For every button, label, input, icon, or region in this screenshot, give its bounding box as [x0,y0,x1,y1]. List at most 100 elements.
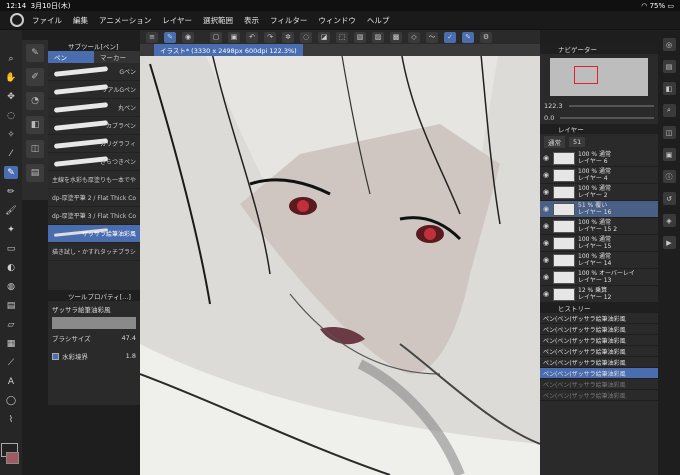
layer-row[interactable]: ◉ 100 % 通常 レイヤー 14 [540,252,658,269]
layer-group-icon[interactable]: ▤ [26,164,44,182]
eye-icon[interactable]: ◉ [543,239,550,247]
navigator-rotate-value[interactable]: 0.0 [544,114,554,122]
brush-item[interactable]: 描き試し・かすれタッチブラシ [48,243,140,261]
menu-window[interactable]: ウィンドウ [318,15,356,26]
lasso-icon[interactable]: ◌ [4,109,18,122]
layer-row[interactable]: ◉ 100 % 通常 レイヤー 6 [540,150,658,167]
fill-bucket-icon[interactable]: ◍ [4,280,18,293]
history-item[interactable]: ペン(ペン(ザッサラ絵筆油彩風 [540,390,658,401]
eye-icon[interactable]: ◉ [543,273,550,281]
save-icon[interactable]: ▣ [228,31,240,43]
eye-icon[interactable]: ◉ [543,222,550,230]
layer-row[interactable]: ◉ 100 % 通常 レイヤー 2 [540,184,658,201]
menu-help[interactable]: ヘルプ [367,15,390,26]
stabilizer-icon[interactable]: ✓ [444,31,456,43]
gradient-icon[interactable]: ▤ [4,299,18,312]
menu-filter[interactable]: フィルター [270,15,307,26]
ruler-icon[interactable]: ⟋ [4,356,18,369]
blend-icon[interactable]: ◐ [4,261,18,274]
sub-color-swatch[interactable] [6,452,19,464]
layer-row[interactable]: ◉ 100 % 通常 レイヤー 4 [540,167,658,184]
fill-icon[interactable]: ◪ [318,31,330,43]
pen-pressure-icon[interactable]: ✎ [164,31,176,43]
eye-icon[interactable]: ◉ [543,171,550,179]
lock-icon[interactable]: ◔ [26,92,44,110]
document-tab[interactable]: イラスト* (3330 x 2498px 600dpi 122.3%) [154,44,303,56]
eye-icon[interactable]: ◉ [543,290,550,298]
rotate-slider[interactable] [560,117,654,119]
material-icon[interactable]: ◈ [662,214,676,227]
brush-size-row[interactable]: ブラシサイズ 47.4 [48,329,140,347]
blend-mode-select[interactable]: 通常 [544,136,565,148]
crop-icon[interactable]: ▩ [390,31,402,43]
history-icon[interactable]: ↺ [662,192,676,205]
correction-icon[interactable]: ⌇ [4,413,18,426]
app-logo-icon[interactable] [10,13,24,27]
watercolor-edge-value[interactable]: 1.8 [126,352,136,360]
menu-selection[interactable]: 選択範囲 [203,15,233,26]
menu-edit[interactable]: 編集 [73,15,88,26]
frame-icon[interactable]: ▦ [4,337,18,350]
navigator-zoom-value[interactable]: 122.3 [544,102,563,110]
clear-icon[interactable]: ◌ [300,31,312,43]
pen-group-icon[interactable]: ✎ [26,44,44,62]
hand-icon[interactable]: ✋ [4,71,18,84]
history-item[interactable]: ペン(ペン(ザッサラ絵筆油彩風 [540,357,658,368]
pencil-icon[interactable]: ✏ [4,185,18,198]
menu-view[interactable]: 表示 [244,15,259,26]
layer-property-icon[interactable]: ▤ [662,60,676,73]
marker-group-icon[interactable]: ✐ [26,68,44,86]
brush-item[interactable]: カブラペン [48,117,140,135]
balloon-icon[interactable]: ◯ [4,394,18,407]
navigator-view-frame[interactable] [574,66,598,84]
shape-group-icon[interactable]: ◫ [26,140,44,158]
layer-opacity-value[interactable]: 51 [569,137,586,147]
brush-item[interactable]: 主線を水彩も厚塗りも一本でやりきる [48,171,140,189]
brush-item[interactable]: リアルGペン [48,81,140,99]
layer-row[interactable]: ◉ 12 % 乗算 レイヤー 12 [540,286,658,303]
shape-icon[interactable]: ◇ [408,31,420,43]
eyedropper-icon[interactable]: ⁄ [4,147,18,160]
history-item[interactable]: ペン(ペン(ザッサラ絵筆油彩風 [540,324,658,335]
undo-icon[interactable]: ↶ [246,31,258,43]
pen-mode-icon[interactable]: ✎ [462,31,474,43]
deselect-icon[interactable]: ▧ [354,31,366,43]
brush-item[interactable]: カリグラフィ [48,135,140,153]
zoom-slider[interactable] [568,105,654,107]
brush-item[interactable]: dp-厚塗平筆 3 / Flat Thick Colour [48,207,140,225]
watercolor-edge-row[interactable]: 水彩境界 1.8 [48,347,140,365]
history-item[interactable]: ペン(ペン(ザッサラ絵筆油彩風 [540,313,658,324]
loading-icon[interactable]: ✲ [282,31,294,43]
brush-item[interactable]: Gペン [48,63,140,81]
layer-row[interactable]: ◉ 100 % 通常 レイヤー 15 [540,235,658,252]
redo-icon[interactable]: ↷ [264,31,276,43]
figure-icon[interactable]: ▱ [4,318,18,331]
magic-wand-icon[interactable]: ✧ [4,128,18,141]
move-icon[interactable]: ✥ [4,90,18,103]
brush-icon[interactable]: 🖌 [4,204,18,217]
transform-icon[interactable]: ⬚ [336,31,348,43]
fill-group-icon[interactable]: ◧ [26,116,44,134]
info-icon[interactable]: ⓘ [662,170,676,183]
layer-row-selected[interactable]: ◉ 51 % 覆い レイヤー 16 [540,201,658,218]
color-picker-icon[interactable]: ◉ [182,31,194,43]
eye-icon[interactable]: ◉ [543,205,550,213]
history-item[interactable]: ペン(ペン(ザッサラ絵筆油彩風 [540,335,658,346]
history-item-selected[interactable]: ペン(ペン(ザッサラ絵筆油彩風 [540,368,658,379]
eraser-icon[interactable]: ▭ [4,242,18,255]
hamburger-icon[interactable]: ≡ [146,31,158,43]
eye-icon[interactable]: ◉ [543,188,550,196]
sub-view-icon[interactable]: ▣ [662,148,676,161]
tab-pen[interactable]: ペン [48,51,94,63]
settings-icon[interactable]: ⚙ [480,31,492,43]
layer-row[interactable]: ◉ 100 % 通常 レイヤー 15 2 [540,218,658,235]
menu-layer[interactable]: レイヤー [162,15,192,26]
brush-item[interactable]: ざらつきペン [48,153,140,171]
brush-size-value[interactable]: 47.4 [122,334,136,342]
drawing-canvas[interactable] [140,44,540,475]
brush-item-selected[interactable]: ザッサラ絵筆油彩風 [48,225,140,243]
menu-animation[interactable]: アニメーション [99,15,151,26]
auto-action-icon[interactable]: ▶ [662,236,676,249]
tab-marker[interactable]: マーカー [94,51,140,63]
eye-icon[interactable]: ◉ [543,154,550,162]
